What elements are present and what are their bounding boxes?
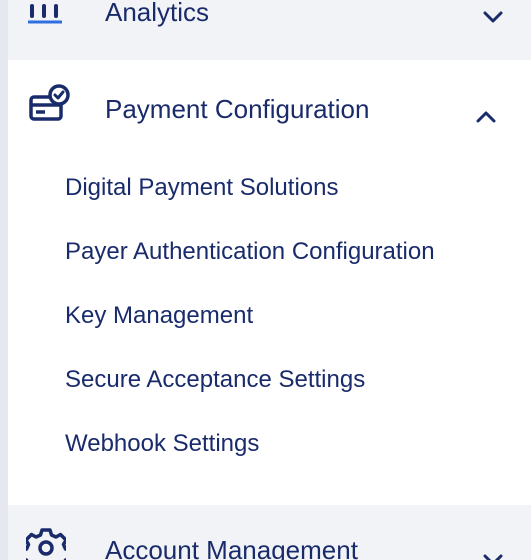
gear-icon: [26, 528, 66, 560]
submenu-item-key-management[interactable]: Key Management: [65, 302, 253, 330]
submenu-item-digital-payment-solutions[interactable]: Digital Payment Solutions: [65, 174, 338, 202]
submenu-item-secure-acceptance-settings[interactable]: Secure Acceptance Settings: [65, 366, 365, 394]
nav-section-analytics-label: Analytics: [105, 0, 210, 27]
nav-section-account-management-label: Account Management: [105, 535, 358, 560]
card-check-icon: [29, 84, 70, 121]
nav-section-payment-configuration-label: Payment Configuration: [105, 94, 370, 124]
chevron-down-icon[interactable]: [482, 553, 504, 560]
nav-section-account-management[interactable]: Account Management: [8, 505, 531, 560]
nav-section-analytics[interactable]: Analytics: [8, 0, 531, 60]
sidebar-nav: Analytics Payment Configuration Digital …: [0, 0, 531, 560]
chevron-down-icon[interactable]: [482, 10, 504, 24]
side-rail: [0, 0, 8, 560]
bar-chart-icon: [28, 4, 62, 24]
chevron-up-icon[interactable]: [475, 110, 497, 124]
submenu-item-payer-authentication-configuration[interactable]: Payer Authentication Configuration: [65, 238, 435, 266]
submenu-item-webhook-settings[interactable]: Webhook Settings: [65, 430, 259, 458]
nav-section-payment-configuration[interactable]: Payment Configuration: [8, 70, 531, 150]
